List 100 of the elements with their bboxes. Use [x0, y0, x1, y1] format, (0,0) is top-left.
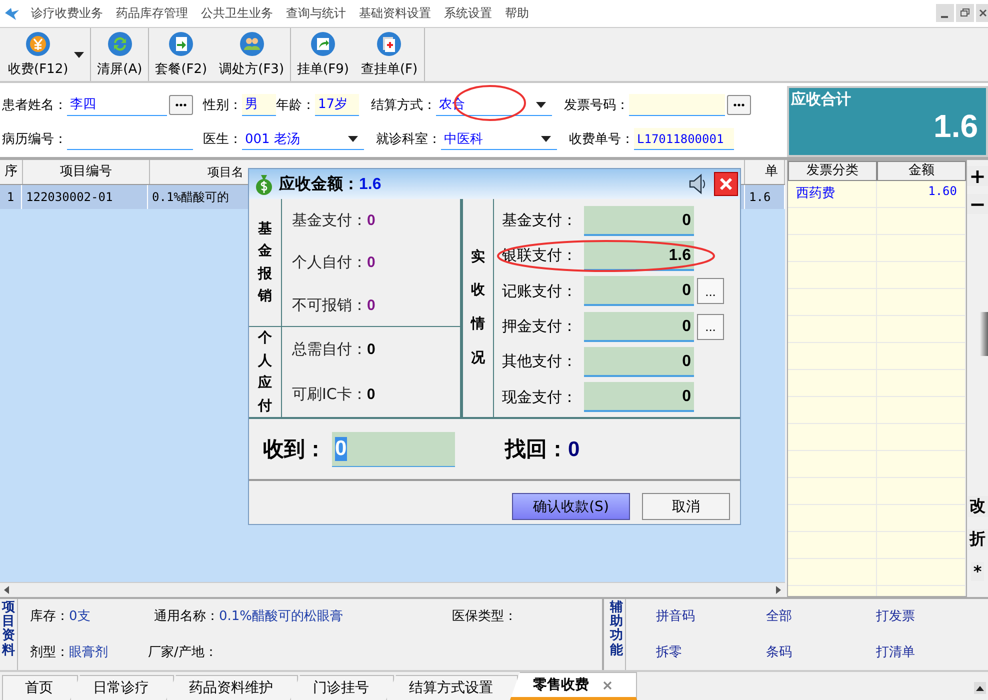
field-label: 结算方式： [371, 96, 436, 114]
section-heading: 基金报销 [249, 199, 282, 326]
field-label: 发票号码： [564, 96, 629, 114]
money-bag-icon [255, 173, 273, 195]
table-cell: 122030002-01 [22, 184, 148, 209]
more-icon [733, 102, 745, 107]
amount-label: 总需自付：0 [292, 340, 376, 360]
function-link[interactable]: 拆零 [656, 643, 766, 662]
toolbar-button[interactable]: 清屏(A) [90, 28, 148, 82]
amount-label: 个人自付：0 [292, 253, 376, 272]
toolbar-button[interactable]: 挂单(F9) [290, 28, 355, 82]
function-link[interactable]: 拼音码 [656, 607, 766, 626]
info-field: 剂型：眼膏剂 [30, 643, 148, 662]
horizontal-scrollbar[interactable] [0, 582, 785, 597]
field-label: 基金支付： [502, 211, 578, 230]
toolbar-label: 套餐(F2) [155, 61, 208, 78]
ellipsis-button[interactable]: ... [697, 314, 724, 340]
field-label: 医生： [203, 131, 242, 148]
amount-label: 不可报销：0 [292, 296, 376, 315]
ellipsis-button[interactable] [169, 94, 193, 115]
menu-item[interactable]: 查询与统计 [286, 4, 346, 22]
ellipsis-button[interactable]: ... [697, 278, 724, 304]
total-amount: 1.6 [934, 109, 978, 144]
info-field: 通用名称：0.1%醋酸可的松眼膏 [154, 607, 452, 626]
input-field[interactable]: 17岁 [315, 94, 359, 116]
side-tool-button[interactable]: 折 [968, 528, 988, 550]
function-link[interactable]: 条码 [766, 643, 876, 662]
dialog-button[interactable]: 取消 [642, 493, 730, 520]
dialog-button[interactable]: 确认收款(S) [512, 493, 630, 520]
amount-field[interactable]: 0 [584, 276, 694, 306]
users-icon [238, 31, 265, 58]
toolbar-label: 收费(F12) [8, 61, 68, 78]
amount-label: 基金支付：0 [292, 210, 376, 230]
amount-field[interactable]: 0 [584, 382, 694, 412]
dropdown-caret-icon [536, 102, 546, 108]
side-tool-button[interactable]: + [967, 166, 988, 186]
more-icon [175, 102, 187, 107]
close-icon[interactable] [976, 4, 988, 22]
ellipsis-button[interactable] [727, 94, 751, 115]
field-label: 就诊科室： [376, 131, 441, 148]
restore-icon[interactable] [956, 4, 974, 22]
toolbar-label: 查挂单(F) [360, 61, 418, 78]
column-header[interactable]: 项目编号 [22, 160, 150, 184]
speaker-icon[interactable] [688, 173, 708, 195]
menu-item[interactable]: 帮助 [505, 4, 529, 22]
side-tool-button[interactable]: * [971, 562, 984, 581]
field-label: 病历编号： [2, 131, 67, 148]
total-label: 应收合计 [791, 90, 851, 110]
menu-item[interactable]: 药品库存管理 [116, 4, 188, 22]
toolbar-label: 调处方(F3) [219, 61, 284, 78]
input-field[interactable]: L17011800001 [634, 128, 734, 150]
toolbar-button[interactable]: 调处方(F3) [213, 28, 290, 82]
menu-item[interactable]: 公共卫生业务 [201, 4, 273, 22]
close-icon[interactable] [603, 680, 612, 690]
side-tool-button[interactable]: 改 [968, 496, 988, 517]
input-field[interactable]: 男 [242, 94, 276, 116]
toolbar-button[interactable]: 查挂单(F) [354, 28, 425, 82]
side-tool-button[interactable]: − [967, 194, 988, 214]
section-heading: 个人应付 [249, 327, 282, 417]
close-button[interactable] [714, 172, 738, 196]
field-label: 收到： [263, 436, 326, 463]
toolbar-button[interactable]: 收费(F12) [2, 28, 74, 82]
panel-handle[interactable] [980, 312, 988, 356]
tab[interactable]: 日常诊疗 [70, 675, 174, 700]
amount-field[interactable]: 0 [584, 206, 694, 236]
info-field: 库存：0支 [30, 607, 154, 626]
scroll-up-icon[interactable] [974, 682, 986, 694]
menu-item[interactable]: 基础资料设置 [359, 4, 431, 22]
table-cell: 1 [0, 184, 22, 209]
input-field[interactable] [629, 94, 725, 116]
field-label: 患者姓名： [2, 96, 67, 114]
menu-item[interactable]: 系统设置 [444, 4, 492, 22]
tab[interactable]: 零售收费 [510, 672, 637, 700]
amount-field[interactable]: 0 [584, 346, 694, 377]
field-label: 其他支付： [502, 352, 578, 372]
function-link[interactable]: 打清单 [876, 643, 986, 662]
toolbar-button[interactable]: 套餐(F2) [148, 28, 214, 82]
info-field: 医保类型： [452, 607, 517, 626]
dropdown-caret-icon[interactable] [74, 52, 84, 58]
column-header[interactable]: 金额 [877, 160, 966, 181]
section-heading: 项目资料 [0, 598, 18, 670]
scroll-left-icon[interactable] [3, 586, 11, 594]
tab[interactable]: 药品资料维护 [166, 675, 298, 700]
menu-item[interactable]: 诊疗收费业务 [31, 4, 103, 22]
function-link[interactable]: 打发票 [876, 607, 986, 626]
tab[interactable]: 门诊挂号 [290, 675, 394, 700]
scroll-right-icon[interactable] [774, 586, 782, 594]
tab[interactable]: 结算方式设置 [386, 675, 518, 700]
amount-field[interactable]: 0 [584, 312, 694, 342]
field-label: 现金支付： [502, 388, 578, 407]
app-logo-icon [3, 5, 21, 22]
column-header[interactable]: 序 [0, 160, 23, 184]
dropdown-caret-icon [541, 136, 551, 142]
column-header[interactable]: 单 [745, 160, 785, 184]
tab[interactable]: 首页 [2, 675, 78, 700]
toolbar-label: 挂单(F9) [297, 61, 349, 78]
function-link[interactable]: 全部 [766, 607, 876, 626]
amount-field[interactable]: 1.6 [584, 240, 694, 271]
column-header[interactable]: 发票分类 [788, 160, 877, 181]
minimize-icon[interactable] [936, 4, 954, 22]
